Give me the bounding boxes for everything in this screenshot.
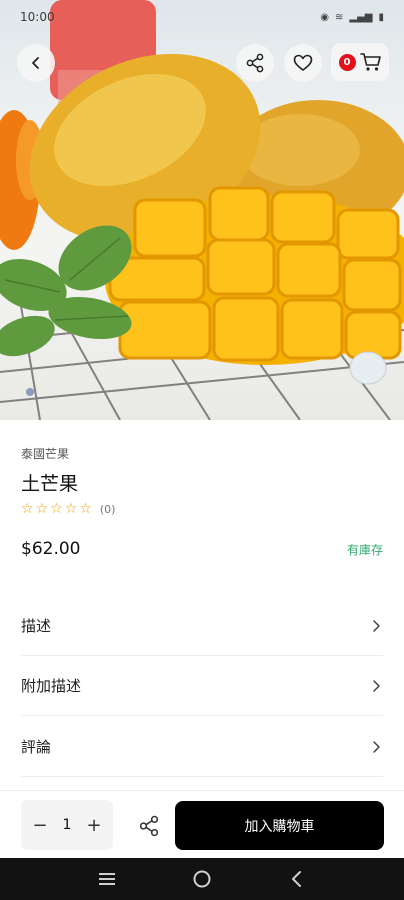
eye-icon: ◉ xyxy=(320,11,330,23)
signal-icon: ▂▄▆ xyxy=(349,11,373,23)
system-back-button[interactable] xyxy=(286,868,308,890)
menu-icon xyxy=(99,873,116,885)
product-rating[interactable]: ☆ ☆ ☆ ☆ ☆ (0) xyxy=(21,502,115,516)
cart-icon xyxy=(359,53,381,71)
review-count: (0) xyxy=(99,502,116,516)
chevron-left-icon xyxy=(291,871,301,887)
favorite-button[interactable] xyxy=(284,44,322,82)
section-reviews[interactable]: 評論 xyxy=(21,717,383,777)
product-category[interactable]: 泰國芒果 xyxy=(21,445,69,462)
status-icons: ◉ ≋ ▂▄▆ ▮ xyxy=(320,12,384,23)
share-icon xyxy=(246,53,264,73)
cart-count-badge: 0 xyxy=(338,53,356,71)
heart-icon xyxy=(293,54,313,71)
section-label: 描述 xyxy=(21,617,52,635)
system-navigation-bar xyxy=(0,858,404,900)
cart-button[interactable]: 0 xyxy=(331,43,389,81)
recent-apps-button[interactable] xyxy=(96,868,118,890)
star-outline-icon: ☆ xyxy=(79,501,92,517)
stock-status: 有庫存 xyxy=(346,543,383,557)
section-description[interactable]: 描述 xyxy=(21,596,383,656)
home-button[interactable] xyxy=(191,868,213,890)
chevron-right-icon xyxy=(373,740,380,753)
quantity-stepper: − 1 + xyxy=(21,800,113,850)
back-button[interactable] xyxy=(17,44,55,82)
star-outline-icon: ☆ xyxy=(50,501,63,517)
status-bar: 10:00 ◉ ≋ ▂▄▆ ▮ xyxy=(0,0,404,34)
star-outline-icon: ☆ xyxy=(64,501,78,517)
product-image[interactable]: 10:00 ◉ ≋ ▂▄▆ ▮ 0 xyxy=(0,0,404,420)
product-price: $62.00 xyxy=(21,539,81,559)
home-circle-icon xyxy=(193,870,211,888)
decrement-button[interactable]: − xyxy=(31,815,49,836)
wifi-icon: ≋ xyxy=(335,11,344,23)
star-outline-icon: ☆ xyxy=(21,501,34,517)
increment-button[interactable]: + xyxy=(85,815,103,836)
chevron-right-icon xyxy=(373,679,380,692)
bottom-action-bar: − 1 + 加入購物車 xyxy=(0,790,404,858)
status-time: 10:00 xyxy=(20,10,55,24)
section-label: 評論 xyxy=(21,738,52,756)
section-additional-description[interactable]: 附加描述 xyxy=(21,656,383,716)
add-to-cart-button[interactable]: 加入購物車 xyxy=(175,801,384,850)
chevron-right-icon xyxy=(373,619,380,632)
chevron-left-icon xyxy=(32,57,39,69)
battery-icon: ▮ xyxy=(378,11,384,23)
quantity-value[interactable]: 1 xyxy=(63,817,72,833)
product-title: 土芒果 xyxy=(21,473,79,495)
share-button[interactable] xyxy=(236,44,274,82)
star-outline-icon: ☆ xyxy=(35,501,49,517)
share-icon[interactable] xyxy=(138,815,160,837)
carousel-indicator[interactable] xyxy=(26,388,34,396)
section-label: 附加描述 xyxy=(21,677,82,695)
